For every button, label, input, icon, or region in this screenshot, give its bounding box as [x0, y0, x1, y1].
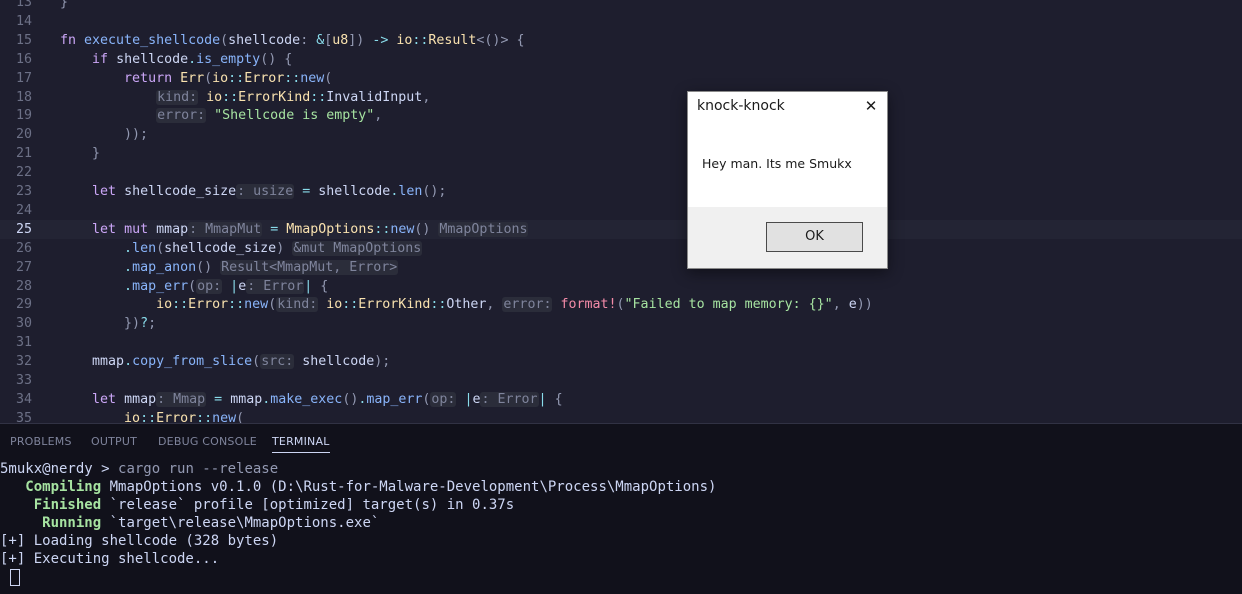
code-line[interactable]: 33	[0, 371, 1242, 390]
message-box: knock-knock ✕ Hey man. Its me Smukx OK	[687, 91, 888, 269]
code-line[interactable]: 28 .map_err(op: |e: Error| {	[0, 277, 1242, 296]
code-text[interactable]: ));	[60, 125, 148, 144]
terminal-cursor-line	[10, 568, 20, 586]
code-line[interactable]: 20 ));	[0, 125, 1242, 144]
code-line[interactable]: 34 let mmap: Mmap = mmap.make_exec().map…	[0, 390, 1242, 409]
terminal-running-line: Running `target\release\MmapOptions.exe`	[0, 514, 379, 532]
finished-label: Finished	[0, 497, 102, 513]
bottom-panel: PROBLEMS OUTPUT DEBUG CONSOLE TERMINAL 5…	[0, 423, 1242, 594]
code-line[interactable]: 27 .map_anon() Result<MmapMut, Error>	[0, 258, 1242, 277]
code-line[interactable]: 14	[0, 12, 1242, 31]
code-text[interactable]: if shellcode.is_empty() {	[60, 50, 292, 69]
code-text[interactable]: let mut mmap: MmapMut = MmapOptions::new…	[60, 220, 529, 239]
code-text[interactable]: .map_err(op: |e: Error| {	[60, 277, 328, 296]
message-box-footer: OK	[688, 207, 887, 268]
line-number: 26	[15, 240, 32, 256]
code-line[interactable]: 24	[0, 201, 1242, 220]
message-box-title: knock-knock	[697, 98, 785, 114]
line-number: 22	[15, 165, 32, 181]
compiling-label: Compiling	[0, 479, 102, 495]
code-text[interactable]: }	[60, 0, 68, 12]
code-text[interactable]: mmap.copy_from_slice(src: shellcode);	[60, 352, 390, 371]
code-line[interactable]: 13}	[0, 0, 1242, 12]
line-number: 23	[15, 184, 32, 199]
code-text[interactable]: .len(shellcode_size) &mut MmapOptions	[60, 239, 423, 258]
line-number: 32	[15, 354, 32, 370]
line-number: 31	[15, 335, 32, 351]
running-label: Running	[0, 515, 102, 531]
line-number: 33	[15, 373, 32, 388]
message-box-text: Hey man. Its me Smukx	[702, 156, 852, 171]
line-number: 18	[15, 89, 32, 105]
code-line[interactable]: 26 .len(shellcode_size) &mut MmapOptions	[0, 239, 1242, 258]
code-line[interactable]: 22	[0, 163, 1242, 182]
line-number: 15	[15, 32, 32, 48]
line-number: 20	[15, 127, 32, 143]
running-text: `target\release\MmapOptions.exe`	[101, 515, 380, 531]
code-text[interactable]: let shellcode_size: usize = shellcode.le…	[60, 182, 446, 201]
code-line[interactable]: 19 error: "Shellcode is empty",	[0, 106, 1242, 125]
code-editor[interactable]: 13} 14 15 fn execute_shellcode(shellcode: &…	[0, 0, 1242, 423]
line-number: 14	[15, 13, 32, 29]
code-line[interactable]: 25 let mut mmap: MmapMut = MmapOptions::…	[0, 219, 1242, 239]
line-number: 28	[15, 278, 32, 294]
line-number: 21	[15, 146, 32, 162]
line-number: 27	[15, 259, 32, 275]
terminal-finished-line: Finished `release` profile [optimized] t…	[0, 496, 514, 514]
terminal-cursor	[10, 568, 20, 586]
terminal-output-line: [+] Executing shellcode...	[0, 551, 220, 567]
code-text[interactable]: })?;	[60, 314, 156, 333]
line-number: 17	[15, 70, 32, 86]
compiling-text: MmapOptions v0.1.0 (D:\Rust-for-Malware-…	[101, 479, 717, 495]
line-number: 30	[15, 316, 32, 332]
line-number: 34	[15, 391, 32, 407]
terminal-output-line: [+] Loading shellcode (328 bytes)	[0, 533, 279, 549]
terminal-command-line: 5mukx@nerdy > cargo run --release	[0, 460, 278, 478]
code-text[interactable]: kind: io::ErrorKind::InvalidInput,	[60, 88, 430, 107]
close-icon[interactable]: ✕	[861, 96, 881, 116]
tab-problems[interactable]: PROBLEMS	[10, 435, 72, 448]
finished-text: `release` profile [optimized] target(s) …	[101, 497, 515, 513]
code-text[interactable]: error: "Shellcode is empty",	[60, 106, 382, 125]
code-text[interactable]: fn execute_shellcode(shellcode: &[u8]) -…	[60, 31, 524, 50]
tab-debug-console[interactable]: DEBUG CONSOLE	[158, 435, 257, 448]
code-text[interactable]: .map_anon() Result<MmapMut, Error>	[60, 258, 399, 277]
code-line[interactable]: 15 fn execute_shellcode(shellcode: &[u8])…	[0, 31, 1242, 50]
code-line[interactable]: 16 if shellcode.is_empty() {	[0, 50, 1242, 69]
tab-terminal[interactable]: TERMINAL	[272, 435, 330, 453]
terminal-prompt: 5mukx@nerdy >	[0, 461, 119, 477]
code-text[interactable]: }	[60, 144, 100, 163]
code-line[interactable]: 29 io::Error::new(kind: io::ErrorKind::O…	[0, 295, 1242, 314]
code-text[interactable]: io::Error::new(	[60, 409, 244, 423]
line-number: 19	[15, 108, 32, 124]
panel-tabs: PROBLEMS OUTPUT DEBUG CONSOLE TERMINAL	[0, 423, 1242, 458]
code-line[interactable]: 31	[0, 333, 1242, 352]
line-number: 25	[15, 221, 32, 237]
line-number: 24	[15, 202, 32, 218]
terminal-command: cargo run --release	[118, 461, 279, 477]
code-line[interactable]: 30 })?;	[0, 314, 1242, 333]
line-number: 13	[15, 0, 32, 10]
line-number: 16	[15, 51, 32, 67]
code-line[interactable]: 17 return Err(io::Error::new(	[0, 69, 1242, 88]
code-line[interactable]: 32 mmap.copy_from_slice(src: shellcode);	[0, 352, 1242, 371]
terminal-compiling-line: Compiling MmapOptions v0.1.0 (D:\Rust-fo…	[0, 478, 716, 496]
code-line[interactable]: 23 let shellcode_size: usize = shellcode…	[0, 182, 1242, 201]
code-line[interactable]: 21 }	[0, 144, 1242, 163]
code-line[interactable]: 18 kind: io::ErrorKind::InvalidInput,	[0, 88, 1242, 107]
code-line[interactable]: 35 io::Error::new(	[0, 409, 1242, 423]
ok-button[interactable]: OK	[766, 222, 863, 252]
line-number: 35	[15, 410, 32, 423]
code-text[interactable]: let mmap: Mmap = mmap.make_exec().map_er…	[60, 390, 563, 409]
code-text[interactable]: return Err(io::Error::new(	[60, 69, 332, 88]
code-text[interactable]: io::Error::new(kind: io::ErrorKind::Othe…	[60, 295, 873, 314]
tab-output[interactable]: OUTPUT	[91, 435, 137, 448]
line-number: 29	[15, 297, 32, 313]
